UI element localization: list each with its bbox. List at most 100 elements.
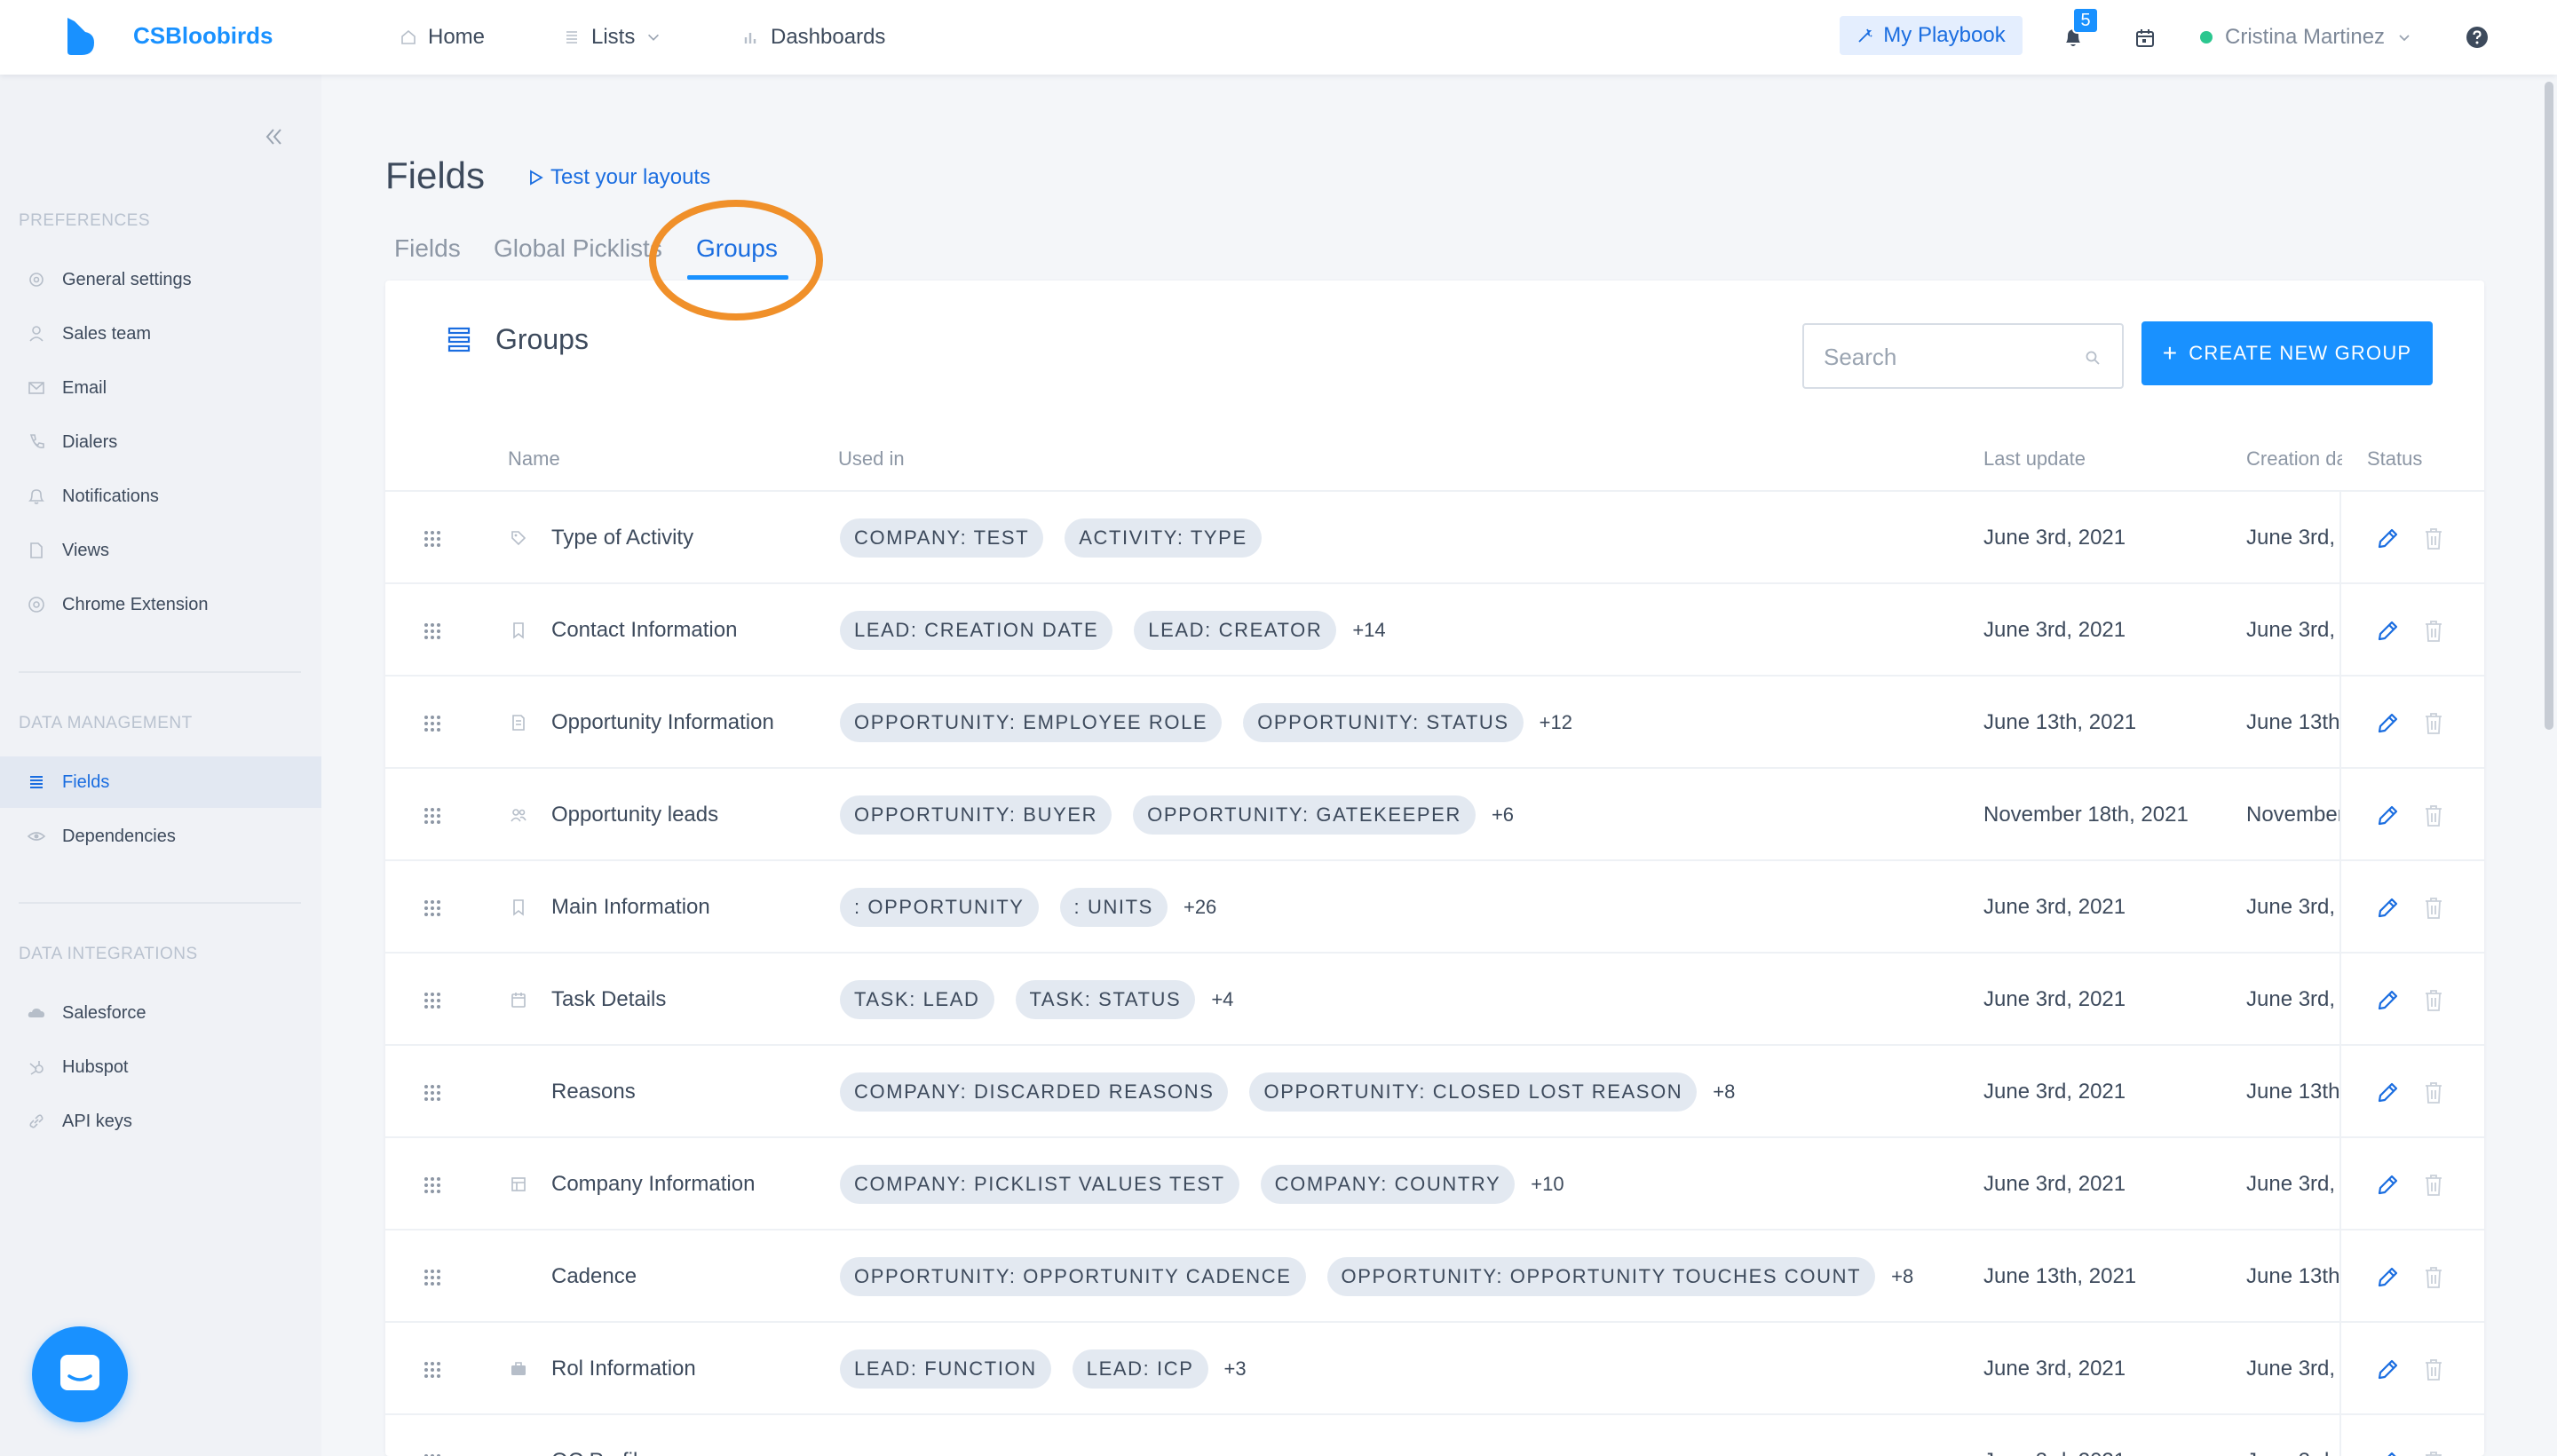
test-layouts-link[interactable]: Test your layouts xyxy=(529,165,710,190)
bloobirds-logo[interactable] xyxy=(60,16,98,57)
sidebar-item-dependencies[interactable]: Dependencies xyxy=(0,811,321,862)
sidebar-item-api-keys[interactable]: API keys xyxy=(0,1096,321,1147)
calendar-icon[interactable] xyxy=(2133,27,2157,50)
nav-dashboards[interactable]: Dashboards xyxy=(742,23,885,51)
nav-lists[interactable]: Lists xyxy=(563,23,661,51)
more-count[interactable]: +10 xyxy=(1531,1173,1563,1196)
drag-handle-icon[interactable] xyxy=(423,714,442,733)
group-name[interactable]: Task Details xyxy=(551,987,666,1012)
drag-handle-icon[interactable] xyxy=(423,1360,442,1380)
edit-pencil-icon[interactable] xyxy=(2374,710,2401,737)
sidebar-item-general-settings[interactable]: General settings xyxy=(0,254,321,305)
edit-pencil-icon[interactable] xyxy=(2374,1449,2401,1456)
sidebar-item-email[interactable]: Email xyxy=(0,362,321,414)
drag-handle-icon[interactable] xyxy=(423,1083,442,1103)
trash-icon[interactable] xyxy=(2422,710,2445,737)
page-scrollbar-thumb[interactable] xyxy=(2545,82,2553,730)
trash-icon[interactable] xyxy=(2422,1080,2445,1106)
trash-icon[interactable] xyxy=(2422,1357,2445,1383)
table-row[interactable]: Contact Information LEAD: CREATION DATE L… xyxy=(385,584,2484,677)
used-in-tag[interactable]: LEAD: CREATION DATE xyxy=(840,611,1113,650)
drag-handle-icon[interactable] xyxy=(423,898,442,918)
used-in-tag[interactable]: COMPANY: COUNTRY xyxy=(1260,1165,1516,1204)
create-new-group-button[interactable]: + CREATE NEW GROUP xyxy=(2141,321,2433,385)
column-header-creation-date[interactable]: Creation date xyxy=(2246,447,2342,471)
more-count[interactable]: +6 xyxy=(1492,803,1514,827)
drag-handle-icon[interactable] xyxy=(423,806,442,826)
app-name[interactable]: CSBloobirds xyxy=(133,22,273,50)
group-name[interactable]: Contact Information xyxy=(551,618,737,643)
column-header-last-update[interactable]: Last update xyxy=(1983,447,2086,471)
trash-icon[interactable] xyxy=(2422,987,2445,1014)
more-count[interactable]: +8 xyxy=(1891,1265,1913,1288)
group-name[interactable]: Cadence xyxy=(551,1264,637,1289)
help-icon[interactable] xyxy=(2465,25,2490,50)
group-name[interactable]: Opportunity Information xyxy=(551,710,774,735)
edit-pencil-icon[interactable] xyxy=(2374,618,2401,645)
sidebar-item-dialers[interactable]: Dialers xyxy=(0,416,321,468)
group-name[interactable]: Rol Information xyxy=(551,1357,696,1381)
trash-icon[interactable] xyxy=(2422,895,2445,922)
table-row[interactable]: QC Profile June 3rd, 2021 June 3rd, 2021 xyxy=(385,1415,2484,1456)
column-header-status[interactable]: Status xyxy=(2367,447,2422,471)
sidebar-item-fields[interactable]: Fields xyxy=(0,756,321,808)
used-in-tag[interactable]: LEAD: CREATOR xyxy=(1134,611,1337,650)
sidebar-item-views[interactable]: Views xyxy=(0,525,321,576)
more-count[interactable]: +8 xyxy=(1713,1080,1735,1104)
tab-global-picklists[interactable]: Global Picklists xyxy=(494,234,662,263)
used-in-tag[interactable]: LEAD: ICP xyxy=(1072,1349,1208,1389)
more-count[interactable]: +3 xyxy=(1224,1357,1247,1381)
sidebar-item-hubspot[interactable]: Hubspot xyxy=(0,1041,321,1093)
used-in-tag[interactable]: OPPORTUNITY: STATUS xyxy=(1243,703,1524,742)
group-name[interactable]: Main Information xyxy=(551,895,710,920)
edit-pencil-icon[interactable] xyxy=(2374,1264,2401,1291)
used-in-tag[interactable]: COMPANY: DISCARDED REASONS xyxy=(840,1072,1229,1112)
more-count[interactable]: +14 xyxy=(1352,619,1385,642)
table-row[interactable]: Cadence OPPORTUNITY: OPPORTUNITY CADENCE… xyxy=(385,1230,2484,1323)
table-row[interactable]: Opportunity Information OPPORTUNITY: EMP… xyxy=(385,677,2484,769)
edit-pencil-icon[interactable] xyxy=(2374,526,2401,552)
more-count[interactable]: +26 xyxy=(1184,896,1216,919)
group-name[interactable]: Type of Activity xyxy=(551,526,693,550)
sidebar-item-salesforce[interactable]: Salesforce xyxy=(0,987,321,1039)
trash-icon[interactable] xyxy=(2422,1264,2445,1291)
used-in-tag[interactable]: OPPORTUNITY: OPPORTUNITY TOUCHES COUNT xyxy=(1326,1257,1876,1296)
drag-handle-icon[interactable] xyxy=(423,1452,442,1456)
trash-icon[interactable] xyxy=(2422,1449,2445,1456)
group-name[interactable]: Opportunity leads xyxy=(551,803,718,827)
used-in-tag[interactable]: : UNITS xyxy=(1059,888,1168,927)
search-input[interactable] xyxy=(1824,339,2072,375)
drag-handle-icon[interactable] xyxy=(423,1175,442,1195)
drag-handle-icon[interactable] xyxy=(423,529,442,549)
drag-handle-icon[interactable] xyxy=(423,621,442,641)
drag-handle-icon[interactable] xyxy=(423,991,442,1010)
table-row[interactable]: Company Information COMPANY: PICKLIST VA… xyxy=(385,1138,2484,1230)
group-name[interactable]: QC Profile xyxy=(551,1449,650,1456)
column-header-name[interactable]: Name xyxy=(508,447,560,471)
used-in-tag[interactable]: TASK: LEAD xyxy=(840,980,994,1019)
used-in-tag[interactable]: COMPANY: PICKLIST VALUES TEST xyxy=(840,1165,1239,1204)
edit-pencil-icon[interactable] xyxy=(2374,803,2401,829)
more-count[interactable]: +4 xyxy=(1211,988,1233,1011)
group-name[interactable]: Company Information xyxy=(551,1172,755,1197)
used-in-tag[interactable]: OPPORTUNITY: OPPORTUNITY CADENCE xyxy=(840,1257,1306,1296)
used-in-tag[interactable]: OPPORTUNITY: BUYER xyxy=(840,795,1112,835)
column-header-used-in[interactable]: Used in xyxy=(838,447,905,471)
used-in-tag[interactable]: OPPORTUNITY: CLOSED LOST REASON xyxy=(1249,1072,1698,1112)
table-row[interactable]: Task Details TASK: LEAD TASK: STATUS +4 Ju… xyxy=(385,954,2484,1046)
edit-pencil-icon[interactable] xyxy=(2374,1080,2401,1106)
nav-home[interactable]: Home xyxy=(400,23,485,51)
more-count[interactable]: +12 xyxy=(1540,711,1572,734)
collapse-sidebar-icon[interactable] xyxy=(261,124,286,149)
trash-icon[interactable] xyxy=(2422,526,2445,552)
table-row[interactable]: Type of Activity COMPANY: TEST ACTIVITY: … xyxy=(385,492,2484,584)
user-menu[interactable]: Cristina Martinez xyxy=(2200,23,2411,51)
trash-icon[interactable] xyxy=(2422,1172,2445,1199)
tab-groups[interactable]: Groups xyxy=(696,234,778,263)
notifications-button[interactable]: 5 xyxy=(2062,7,2099,53)
used-in-tag[interactable]: COMPANY: TEST xyxy=(840,518,1044,558)
support-chat-button[interactable] xyxy=(32,1326,128,1422)
edit-pencil-icon[interactable] xyxy=(2374,895,2401,922)
sidebar-item-notifications[interactable]: Notifications xyxy=(0,471,321,522)
used-in-tag[interactable]: OPPORTUNITY: GATEKEEPER xyxy=(1133,795,1476,835)
